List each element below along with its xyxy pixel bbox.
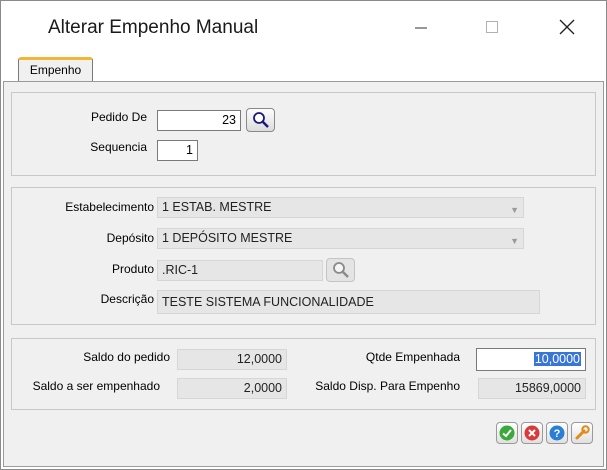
cancel-button[interactable] (521, 422, 543, 444)
close-icon (559, 19, 575, 35)
saldo-pedido-value: 12,0000 (177, 349, 287, 370)
tools-button[interactable] (571, 422, 593, 444)
search-icon (332, 262, 349, 278)
minimize-button[interactable] (398, 7, 444, 47)
saldo-disp-value: 15869,0000 (478, 378, 586, 399)
help-icon: ? (549, 425, 565, 441)
cancel-icon (524, 425, 540, 441)
minimize-icon (415, 27, 427, 29)
close-button[interactable] (544, 7, 590, 47)
maximize-button[interactable] (469, 7, 515, 47)
estabelecimento-value: 1 ESTAB. MESTRE (162, 200, 272, 214)
saldo-empenhar-label: Saldo a ser empenhado (32, 379, 160, 393)
dialog-window: Alterar Empenho Manual Empenho Pedido De… (0, 0, 607, 470)
descricao-label: Descrição (100, 292, 154, 306)
chevron-down-icon: ▼ (510, 205, 519, 215)
qtde-empenhada-input[interactable]: 10,0000 (476, 348, 586, 371)
maximize-icon (486, 21, 498, 33)
search-icon (252, 112, 269, 128)
wrench-icon (575, 425, 590, 440)
estabelecimento-select[interactable]: 1 ESTAB. MESTRE ▼ (157, 197, 524, 218)
pedido-de-label: Pedido De (90, 110, 147, 124)
saldo-disp-label: Saldo Disp. Para Empenho (315, 379, 460, 393)
saldo-empenhar-value: 2,0000 (177, 378, 287, 399)
qtde-empenhada-label: Qtde Empenhada (365, 350, 460, 364)
ok-button[interactable] (496, 422, 518, 444)
help-button[interactable]: ? (546, 422, 568, 444)
title-bar: Alterar Empenho Manual (1, 1, 606, 53)
sequencia-label: Sequencia (90, 140, 147, 154)
saldo-pedido-label: Saldo do pedido (83, 350, 170, 364)
deposito-value: 1 DEPÓSITO MESTRE (162, 231, 293, 245)
sequencia-input[interactable]: 1 (157, 140, 198, 161)
tab-empenho[interactable]: Empenho (18, 57, 93, 82)
tab-content-panel: Pedido De 23 Sequencia 1 Estabelecimento… (3, 81, 604, 467)
window-title: Alterar Empenho Manual (48, 17, 259, 38)
chevron-down-icon: ▼ (510, 236, 519, 246)
produto-input: .RIC-1 (157, 260, 323, 281)
pedido-de-input[interactable]: 23 (157, 110, 241, 131)
qtde-empenhada-value: 10,0000 (533, 352, 581, 366)
produto-search-button[interactable] (326, 258, 355, 282)
deposito-select[interactable]: 1 DEPÓSITO MESTRE ▼ (157, 228, 524, 249)
pedido-group (11, 92, 596, 176)
descricao-input: TESTE SISTEMA FUNCIONALIDADE (157, 290, 540, 314)
deposito-label: Depósito (106, 231, 154, 245)
ok-icon (499, 425, 515, 441)
estabelecimento-label: Estabelecimento (65, 200, 154, 214)
produto-label: Produto (111, 262, 154, 276)
pedido-search-button[interactable] (246, 108, 275, 132)
svg-text:?: ? (554, 428, 561, 440)
